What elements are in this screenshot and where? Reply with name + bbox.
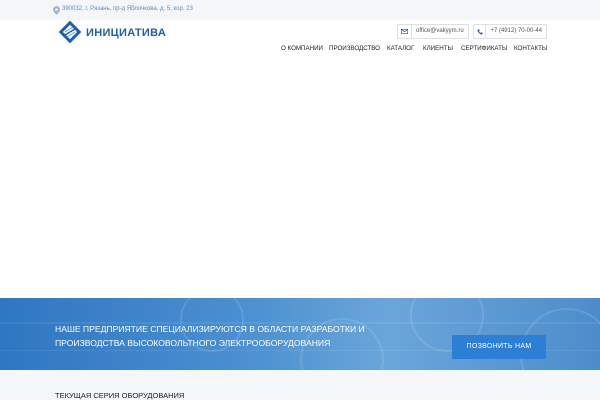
top-info-bar: 390032, г. Рязань, пр-д Яблочкова, д. 5,…	[0, 0, 600, 20]
banner-text: НАШЕ ПРЕДПРИЯТИЕ СПЕЦИАЛИЗИРУЮТСЯ В ОБЛА…	[55, 324, 365, 348]
call-us-button[interactable]: ПОЗВОНИТЬ НАМ	[452, 335, 546, 359]
company-logo-icon[interactable]	[58, 20, 82, 44]
nav-item-clients[interactable]: КЛИЕНТЫ	[423, 44, 453, 54]
nav-item-certificates[interactable]: СЕРТИФИКАТЫ	[461, 44, 507, 54]
nav-item-about[interactable]: О КОМПАНИИ	[281, 44, 323, 54]
phone-contact[interactable]: +7 (4912) 70-00-44	[473, 24, 547, 39]
location-pin-icon	[53, 6, 60, 15]
email-text: office@vakyym.ru	[416, 28, 464, 34]
logo-text[interactable]: ИНИЦИАТИВА	[86, 27, 166, 39]
address-text: 390032, г. Рязань, пр-д Яблочкова, д. 5,…	[62, 6, 193, 12]
envelope-icon	[398, 25, 412, 38]
phone-icon	[474, 25, 487, 38]
phone-text: +7 (4912) 70-00-44	[490, 28, 542, 34]
nav-item-production[interactable]: ПРОИЗВОДСТВО	[329, 44, 380, 54]
hero-area	[0, 62, 600, 298]
nav-item-contacts[interactable]: КОНТАКТЫ	[514, 44, 547, 54]
nav-item-catalog[interactable]: КАТАЛОГ	[387, 44, 414, 54]
email-contact[interactable]: office@vakyym.ru	[397, 24, 469, 39]
